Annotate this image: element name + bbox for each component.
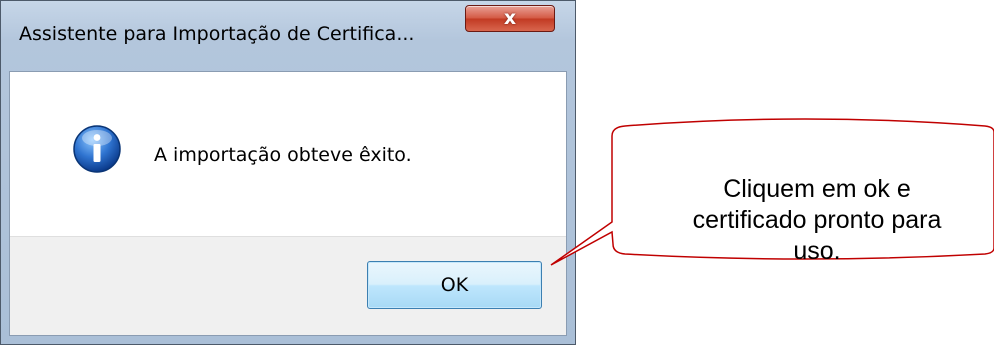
message-area: A importação obteve êxito.: [10, 72, 566, 236]
close-button[interactable]: x: [465, 5, 555, 32]
callout-text: Cliquem em ok e certificado pronto para …: [642, 174, 992, 267]
callout-line-1: Cliquem em ok e: [723, 175, 911, 203]
info-icon: [73, 125, 121, 173]
dialog-window: Assistente para Importação de Certifica.…: [0, 0, 576, 345]
window-title: Assistente para Importação de Certifica.…: [19, 23, 415, 45]
callout-line-2: certificado pronto para: [692, 206, 942, 234]
ok-button[interactable]: OK: [367, 261, 542, 309]
button-area: OK: [10, 236, 566, 335]
dialog-content: A importação obteve êxito. OK: [9, 71, 567, 336]
callout-line-3: uso.: [793, 237, 841, 265]
title-bar[interactable]: Assistente para Importação de Certifica.…: [1, 1, 575, 71]
close-icon: x: [503, 7, 517, 29]
message-text: A importação obteve êxito.: [154, 144, 412, 166]
